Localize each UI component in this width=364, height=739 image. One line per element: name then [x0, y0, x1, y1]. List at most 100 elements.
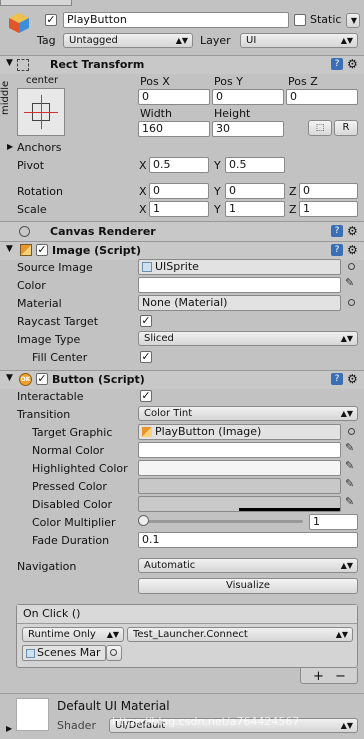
width-label: Width [140, 107, 172, 120]
button-enabled-checkbox[interactable]: ✓ [36, 373, 48, 385]
gear-icon[interactable]: ⚙ [347, 372, 358, 386]
help-icon[interactable]: ? [331, 373, 343, 385]
chevron-down-icon: ▲▼ [340, 36, 353, 45]
chevron-down-icon: ▲▼ [175, 36, 188, 45]
fill-center-checkbox[interactable]: ✓ [140, 351, 152, 363]
help-icon[interactable]: ? [331, 244, 343, 256]
eyedropper-icon[interactable]: ✎ [345, 441, 354, 454]
blueprint-mode-button[interactable]: ⬚ [308, 120, 332, 136]
scale-z-field[interactable]: 1 [299, 201, 358, 217]
pos-z-field[interactable]: 0 [286, 89, 358, 105]
material-label: Material [17, 297, 62, 310]
rot-x-field[interactable]: 0 [149, 183, 209, 199]
height-field[interactable]: 30 [212, 121, 284, 137]
foldout-arrow-icon[interactable]: ▼ [6, 373, 13, 383]
gear-icon[interactable]: ⚙ [347, 243, 358, 257]
scale-y-axis: Y [214, 203, 221, 216]
pivot-x-field[interactable]: 0.5 [149, 157, 209, 173]
eyedropper-icon[interactable]: ✎ [345, 276, 354, 289]
pos-x-field[interactable]: 0 [138, 89, 210, 105]
pos-y-field[interactable]: 0 [212, 89, 284, 105]
anchors-foldout-icon[interactable]: ▶ [7, 142, 13, 151]
gear-icon[interactable]: ⚙ [347, 224, 358, 238]
fill-center-label: Fill Center [32, 351, 88, 364]
gear-icon[interactable]: ⚙ [347, 57, 358, 71]
anchors-label[interactable]: Anchors [17, 141, 62, 154]
anchor-v-label: middle [0, 80, 11, 115]
eyedropper-icon[interactable]: ✎ [345, 495, 354, 508]
target-graphic-value: PlayButton (Image) [155, 425, 262, 438]
pivot-x-axis: X [139, 159, 147, 172]
pos-z-label: Pos Z [288, 75, 318, 88]
rot-y-field[interactable]: 0 [225, 183, 285, 199]
target-graphic-field[interactable]: PlayButton (Image) [138, 424, 341, 440]
object-picker-icon[interactable] [348, 428, 355, 435]
visualize-button[interactable]: Visualize [138, 578, 358, 594]
scale-y-field[interactable]: 1 [225, 201, 285, 217]
remove-event-button[interactable]: − [335, 669, 346, 684]
material-name: Default UI Material [57, 699, 170, 713]
foldout-arrow-icon[interactable]: ▼ [6, 244, 13, 254]
foldout-arrow-icon[interactable]: ▼ [6, 58, 13, 68]
scale-z-axis: Z [289, 203, 297, 216]
function-dropdown[interactable]: Test_Launcher.Connect ▲▼ [127, 627, 353, 642]
active-checkbox[interactable]: ✓ [45, 14, 57, 26]
gameobject-icon [26, 649, 35, 658]
gameobject-name-field[interactable]: PlayButton [63, 12, 289, 28]
target-object-field[interactable]: Scenes Mar [22, 645, 106, 661]
navigation-dropdown[interactable]: Automatic ▲▼ [138, 558, 358, 573]
source-image-field[interactable]: UISprite [138, 259, 341, 275]
image-script-icon [20, 244, 32, 256]
rotation-label: Rotation [17, 185, 64, 198]
anchor-presets-button[interactable] [17, 88, 65, 136]
eyedropper-icon[interactable]: ✎ [345, 477, 354, 490]
fade-duration-field[interactable]: 0.1 [138, 532, 358, 548]
highlighted-color-field[interactable] [138, 460, 341, 476]
help-icon[interactable]: ? [331, 58, 343, 70]
image-script-header[interactable]: ▼ ✓ Image (Script) ? ⚙ [0, 241, 364, 260]
rot-z-axis: Z [289, 185, 297, 198]
color-multiplier-slider-track[interactable] [143, 520, 303, 523]
transition-dropdown[interactable]: Color Tint ▲▼ [138, 406, 358, 421]
pivot-y-field[interactable]: 0.5 [225, 157, 285, 173]
add-event-button[interactable]: + [313, 669, 324, 684]
rot-y-axis: Y [214, 185, 221, 198]
runtime-dropdown[interactable]: Runtime Only ▲▼ [22, 627, 124, 642]
tag-dropdown[interactable]: Untagged ▲▼ [63, 33, 193, 48]
interactable-checkbox[interactable]: ✓ [140, 390, 152, 402]
image-enabled-checkbox[interactable]: ✓ [36, 244, 48, 256]
static-checkbox[interactable] [294, 14, 306, 26]
layer-dropdown[interactable]: UI ▲▼ [240, 33, 358, 48]
button-script-header[interactable]: ▼ OK ✓ Button (Script) ? ⚙ [0, 370, 364, 389]
chevron-down-icon: ▲▼ [340, 334, 353, 343]
help-icon[interactable]: ? [331, 225, 343, 237]
object-picker-button[interactable] [106, 645, 122, 661]
interactable-label: Interactable [17, 390, 84, 403]
material-foldout-icon[interactable]: ▶ [6, 724, 12, 733]
color-field[interactable] [138, 277, 341, 293]
rect-transform-header[interactable]: ▼ Rect Transform ? ⚙ [0, 55, 364, 74]
canvas-renderer-header[interactable]: Canvas Renderer ? ⚙ [0, 221, 364, 241]
image-type-dropdown[interactable]: Sliced ▲▼ [138, 331, 358, 346]
static-dropdown[interactable]: ▼ [346, 13, 360, 28]
eyedropper-icon[interactable]: ✎ [345, 459, 354, 472]
width-field[interactable]: 160 [138, 121, 210, 137]
chevron-down-icon: ▲▼ [340, 561, 353, 570]
object-picker-icon[interactable] [348, 299, 355, 306]
scale-x-field[interactable]: 1 [149, 201, 209, 217]
normal-color-field[interactable] [138, 442, 341, 458]
rot-z-field[interactable]: 0 [299, 183, 358, 199]
color-multiplier-slider-thumb[interactable] [138, 515, 149, 526]
color-multiplier-field[interactable]: 1 [309, 514, 358, 530]
disabled-color-field[interactable] [138, 496, 341, 512]
inspector-tab[interactable] [0, 0, 72, 6]
color-multiplier-label: Color Multiplier [32, 516, 116, 529]
shader-label: Shader [57, 719, 96, 732]
image-type-value: Sliced [144, 333, 174, 344]
pressed-color-label: Pressed Color [32, 480, 107, 493]
raycast-checkbox[interactable]: ✓ [140, 315, 152, 327]
material-field[interactable]: None (Material) [138, 295, 341, 311]
object-picker-icon[interactable] [348, 263, 355, 270]
pressed-color-field[interactable] [138, 478, 341, 494]
raw-edit-button[interactable]: R [334, 120, 358, 136]
